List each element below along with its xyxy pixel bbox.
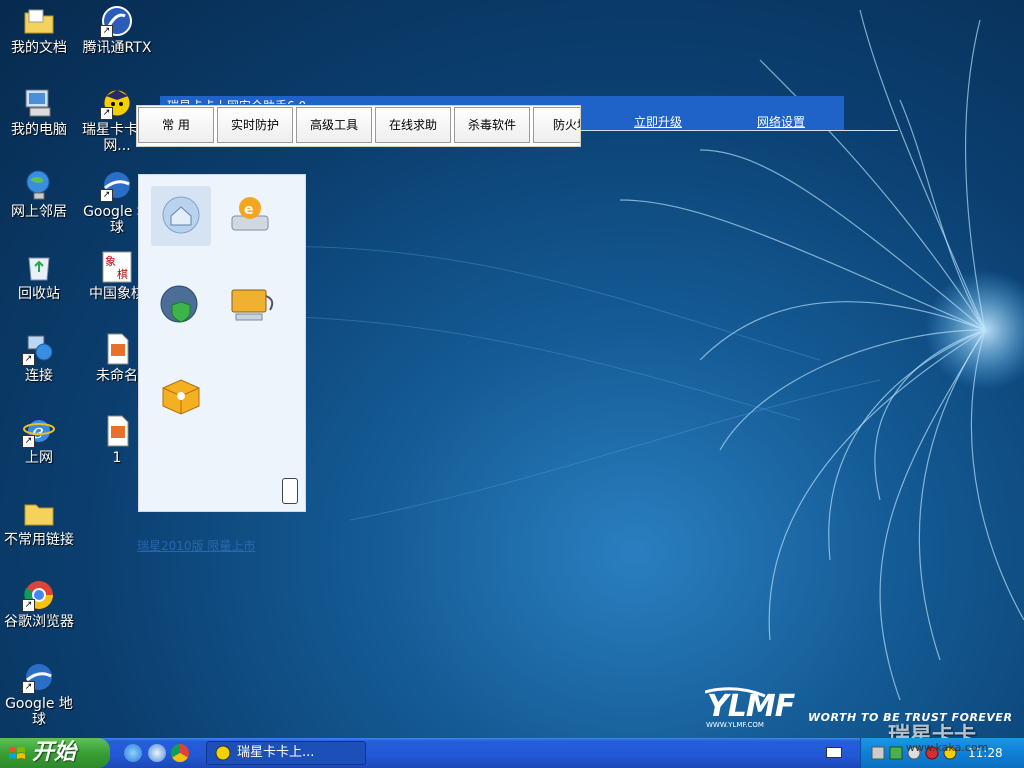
ie-repair-tool[interactable]: e bbox=[222, 186, 282, 246]
tab-common[interactable]: 常 用 bbox=[138, 107, 214, 143]
desktop-icon-label: 上网 bbox=[25, 450, 53, 466]
desktop-icon-uncommon-links[interactable]: 不常用链接 bbox=[0, 494, 78, 548]
desktop-icon-label: 谷歌浏览器 bbox=[4, 614, 74, 630]
document-file-icon bbox=[100, 332, 134, 366]
desktop-icon-chrome[interactable]: ↗ 谷歌浏览器 bbox=[0, 576, 78, 630]
upgrade-link[interactable]: 立即升级 bbox=[634, 113, 682, 130]
shortcut-arrow-icon: ↗ bbox=[22, 353, 35, 366]
shortcut-arrow-icon: ↗ bbox=[100, 189, 113, 202]
folder-icon bbox=[22, 496, 56, 530]
network-tray-icon bbox=[871, 746, 885, 760]
google-earth-icon: ↗ bbox=[100, 168, 134, 202]
watermark-url: www.kaka.com bbox=[906, 741, 989, 754]
quicklaunch-chrome-icon[interactable] bbox=[171, 744, 189, 762]
desktop-icon-connection[interactable]: ↗ 连接 bbox=[0, 330, 78, 384]
home-globe-icon bbox=[162, 196, 200, 234]
svg-text:e: e bbox=[244, 202, 254, 218]
desktop-icon-network-places[interactable]: 网上邻居 bbox=[0, 166, 78, 220]
home-tool[interactable] bbox=[151, 186, 211, 246]
tab-realtime-protection[interactable]: 实时防护 bbox=[217, 107, 293, 143]
box-icon bbox=[162, 379, 200, 415]
chrome-icon: ↗ bbox=[22, 578, 56, 612]
tab-firewall[interactable]: 防火墙 bbox=[533, 107, 580, 143]
tab-advanced-tools[interactable]: 高级工具 bbox=[296, 107, 372, 143]
network-settings-link[interactable]: 网络设置 bbox=[757, 113, 805, 130]
software-box-tool[interactable] bbox=[151, 366, 211, 426]
desktop-icon-label: 腾讯通RTX bbox=[82, 40, 152, 56]
windows-flag-icon bbox=[9, 747, 25, 759]
desktop-icon-label: Google 地球 bbox=[5, 696, 73, 728]
diagnosis-tool[interactable] bbox=[222, 276, 282, 336]
chinese-chess-icon: 象棋 bbox=[100, 250, 134, 284]
app-divider bbox=[580, 130, 898, 131]
desktop-icon-my-documents[interactable]: 我的文档 bbox=[0, 2, 78, 56]
google-earth-icon: ↗ bbox=[22, 660, 56, 694]
recycle-bin-icon bbox=[22, 250, 56, 284]
desktop-icon-rtx[interactable]: ↗ 腾讯通RTX bbox=[78, 2, 156, 56]
network-globe-icon bbox=[22, 168, 56, 202]
document-file-icon bbox=[100, 414, 134, 448]
keyboard-layout-icon[interactable] bbox=[826, 747, 842, 758]
taskbar-item-label: 瑞星卡卡上... bbox=[237, 745, 315, 760]
desktop-icon-google-earth-2[interactable]: ↗ Google 地球 bbox=[0, 658, 78, 728]
shortcut-arrow-icon: ↗ bbox=[22, 435, 35, 448]
desktop-icon-label: 我的文档 bbox=[11, 40, 67, 56]
app-tab-bar: 常 用 实时防护 高级工具 在线求助 杀毒软件 防火墙 bbox=[136, 105, 581, 147]
internet-explorer-icon: e ↗ bbox=[22, 414, 56, 448]
connection-icon: ↗ bbox=[22, 332, 56, 366]
desktop-icon-my-computer[interactable]: 我的电脑 bbox=[0, 84, 78, 138]
globe-shield-icon bbox=[160, 285, 198, 323]
panel-scroll-handle[interactable] bbox=[282, 478, 298, 504]
monitor-stethoscope-icon bbox=[231, 289, 274, 321]
brand-url: WWW.YLMF.COM bbox=[706, 721, 764, 729]
promo-link[interactable]: 瑞星2010版 限量上市 bbox=[137, 537, 255, 554]
quicklaunch-desktop-icon[interactable] bbox=[148, 744, 166, 762]
svg-text:棋: 棋 bbox=[117, 267, 128, 281]
desktop-icon-recycle-bin[interactable]: 回收站 bbox=[0, 248, 78, 302]
green-tray-icon bbox=[889, 746, 903, 760]
shortcut-arrow-icon: ↗ bbox=[100, 25, 113, 38]
ie-repair-icon: e bbox=[231, 197, 269, 231]
desktop-icon-label: 回收站 bbox=[18, 286, 60, 302]
tab-antivirus[interactable]: 杀毒软件 bbox=[454, 107, 530, 143]
svg-text:象: 象 bbox=[105, 255, 116, 268]
svg-text:YLMF: YLMF bbox=[707, 689, 796, 724]
desktop-icon-label: 连接 bbox=[25, 368, 53, 384]
security-tool[interactable] bbox=[151, 276, 211, 336]
tab-online-help[interactable]: 在线求助 bbox=[375, 107, 451, 143]
desktop-icon-internet[interactable]: e ↗ 上网 bbox=[0, 412, 78, 466]
shortcut-arrow-icon: ↗ bbox=[22, 599, 35, 612]
rising-kaka-small-icon bbox=[215, 745, 231, 761]
rtx-icon: ↗ bbox=[100, 4, 134, 38]
folder-icon bbox=[22, 4, 56, 38]
shortcut-arrow-icon: ↗ bbox=[100, 107, 113, 120]
quicklaunch-ie-icon[interactable] bbox=[124, 744, 142, 762]
desktop-icon-label: 我的电脑 bbox=[11, 122, 67, 138]
desktop-icon-label: 不常用链接 bbox=[4, 532, 74, 548]
rising-kaka-icon: ↗ bbox=[100, 86, 134, 120]
computer-icon bbox=[22, 86, 56, 120]
start-label: 开始 bbox=[32, 740, 77, 765]
shortcut-arrow-icon: ↗ bbox=[22, 681, 35, 694]
desktop-icon-label: 网上邻居 bbox=[11, 204, 67, 220]
